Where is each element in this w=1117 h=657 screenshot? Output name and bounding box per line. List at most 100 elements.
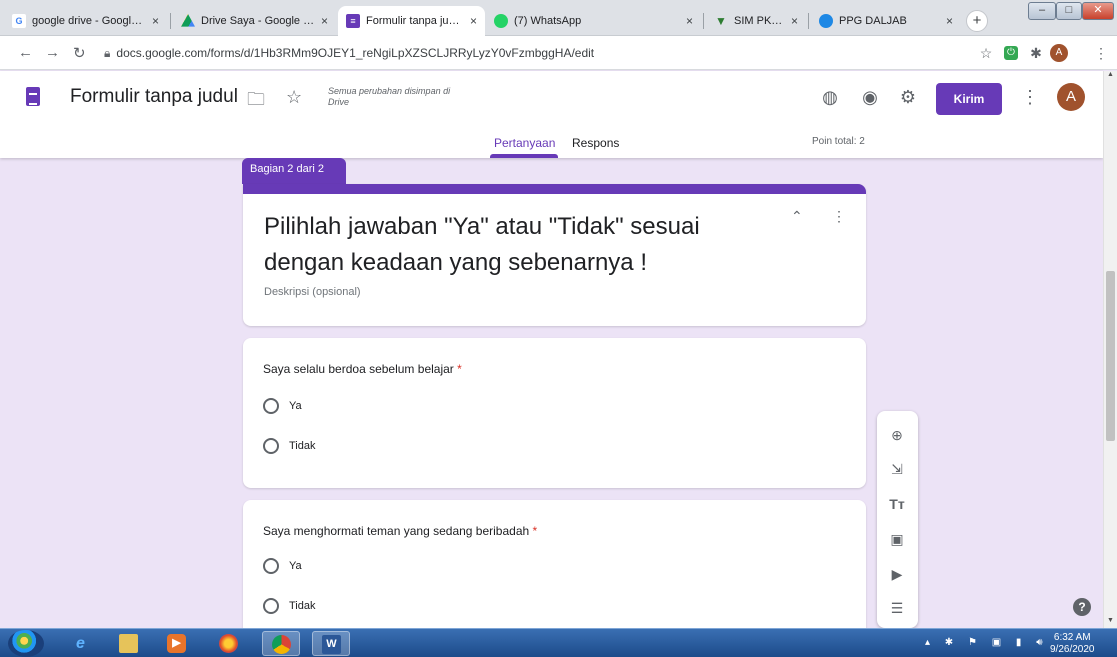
option-ya[interactable]: Ya <box>263 398 302 414</box>
scroll-thumb[interactable] <box>1106 271 1115 441</box>
option-tidak[interactable]: Tidak <box>263 598 316 614</box>
form-side-toolbar: ⊕ ⇲ Tт ▣ ▶ ☰ <box>877 411 918 628</box>
close-tab-icon[interactable]: × <box>946 14 953 28</box>
close-tab-icon[interactable]: × <box>791 14 798 28</box>
question-title[interactable]: Saya selalu berdoa sebelum belajar * <box>263 362 462 376</box>
add-section-icon[interactable]: ☰ <box>887 598 907 618</box>
tab-title: SIM PKB PPG Prajabatan <box>734 15 785 27</box>
browser-tab-drive[interactable]: Drive Saya - Google Driv × <box>173 6 336 36</box>
section-description[interactable]: Deskripsi (opsional) <box>264 286 361 298</box>
whatsapp-icon <box>494 14 508 28</box>
scroll-down-arrow-icon[interactable]: ▼ <box>1106 617 1115 624</box>
start-button[interactable] <box>8 630 44 657</box>
media-player-icon: ▶ <box>167 634 186 653</box>
browser-tab-ppg-daljab[interactable]: PPG DALJAB × <box>811 6 961 36</box>
address-bar: ← → ↻ 🔒︎ docs.google.com/forms/d/1Hb3RMm9… <box>0 36 1117 70</box>
back-arrow-icon[interactable]: ← <box>18 44 33 61</box>
question-card-1[interactable]: Saya selalu berdoa sebelum belajar * Ya … <box>243 338 866 488</box>
star-icon[interactable]: ☆ <box>286 87 302 108</box>
close-tab-icon[interactable]: × <box>152 14 159 28</box>
taskbar-media-player[interactable]: ▶ <box>158 631 196 656</box>
minimize-button[interactable]: – <box>1028 2 1056 20</box>
radio-button[interactable] <box>263 558 279 574</box>
form-title[interactable]: Formulir tanpa judul <box>70 86 238 108</box>
internet-explorer-icon: e <box>76 635 85 652</box>
new-tab-button[interactable]: + <box>966 10 988 32</box>
option-tidak[interactable]: Tidak <box>263 438 316 454</box>
forward-arrow-icon[interactable]: → <box>45 44 60 61</box>
section-title[interactable]: Pilihlah jawaban "Ya" atau "Tidak" sesua… <box>264 209 784 281</box>
tab-questions[interactable]: Pertanyaan <box>494 136 555 150</box>
avatar[interactable]: A <box>1057 83 1085 111</box>
reload-icon[interactable]: ↻ <box>73 44 86 62</box>
browser-tab-sim-pkb[interactable]: ▼ SIM PKB PPG Prajabatan × <box>706 6 806 36</box>
word-icon: W <box>322 635 341 654</box>
send-button[interactable]: Kirim <box>936 83 1002 115</box>
close-tab-icon[interactable]: × <box>470 14 477 28</box>
add-video-icon[interactable]: ▶ <box>887 564 907 584</box>
radio-button[interactable] <box>263 598 279 614</box>
radio-button[interactable] <box>263 398 279 414</box>
url-text: docs.google.com/forms/d/1Hb3RMm9OJEY1_re… <box>116 46 595 60</box>
browser-tab-strip: G google drive - Google S × Drive Saya -… <box>0 0 1117 36</box>
required-marker: * <box>532 524 538 538</box>
taskbar-firefox[interactable] <box>210 631 248 656</box>
scroll-up-arrow-icon[interactable]: ▲ <box>1106 71 1115 78</box>
browser-tab-whatsapp[interactable]: (7) WhatsApp × <box>486 6 701 36</box>
tab-title: (7) WhatsApp <box>514 15 582 27</box>
add-title-icon[interactable]: Tт <box>887 494 907 514</box>
browser-menu-icon[interactable]: ⋮ <box>1092 44 1110 62</box>
sim-pkb-icon: ▼ <box>715 14 727 28</box>
active-tab-indicator <box>490 154 558 158</box>
url-field[interactable]: 🔒︎ docs.google.com/forms/d/1Hb3RMm9OJEY1_… <box>104 46 594 61</box>
section-more-icon[interactable]: ⋮ <box>832 208 846 225</box>
profile-avatar-icon[interactable]: A <box>1050 44 1068 62</box>
maximize-button[interactable]: □ <box>1056 2 1082 20</box>
taskbar-chrome[interactable] <box>262 631 300 656</box>
page-scrollbar[interactable]: ▲ ▼ <box>1103 71 1117 628</box>
ppg-icon <box>819 14 833 28</box>
bookmark-star-icon[interactable]: ☆ <box>977 44 995 62</box>
add-image-icon[interactable]: ▣ <box>887 529 907 549</box>
preview-eye-icon[interactable]: ◉ <box>858 85 882 109</box>
tab-title: PPG DALJAB <box>839 15 907 27</box>
lock-icon: 🔒︎ <box>104 46 111 60</box>
folder-icon <box>119 634 138 653</box>
required-marker: * <box>457 362 462 376</box>
windows-taskbar: e ▶ W ▴ ✱ ⚑ ▣ ▮ 🔊︎ 6:32 AM 9/26/2020 <box>0 628 1117 657</box>
question-card-2[interactable]: Saya menghormati teman yang sedang berib… <box>243 500 866 640</box>
system-tray[interactable]: ▴ ✱ ⚑ ▣ ▮ 🔊︎ <box>925 637 1049 648</box>
settings-gear-icon[interactable]: ⚙ <box>896 85 920 109</box>
forms-header: Formulir tanpa judul 🗀︎ ☆ Semua perubaha… <box>0 71 1103 158</box>
folder-icon[interactable]: 🗀︎ <box>247 87 265 117</box>
puzzle-icon[interactable]: ✱ <box>1027 44 1045 62</box>
section-header-card[interactable]: Pilihlah jawaban "Ya" atau "Tidak" sesua… <box>243 184 866 326</box>
chrome-icon <box>272 635 291 654</box>
close-window-button[interactable]: ✕ <box>1082 2 1114 20</box>
taskbar-word[interactable]: W <box>312 631 350 656</box>
browser-tab-google-search[interactable]: G google drive - Google S × <box>4 6 167 36</box>
forms-logo-icon[interactable] <box>26 87 40 106</box>
taskbar-clock[interactable]: 6:32 AM 9/26/2020 <box>1050 632 1095 656</box>
section-tag: Bagian 2 dari 2 <box>242 158 346 184</box>
collapse-section-icon[interactable]: ⌃ <box>791 208 803 225</box>
forms-icon: ≡ <box>346 14 360 28</box>
palette-icon[interactable]: ◍ <box>818 85 842 109</box>
close-tab-icon[interactable]: × <box>686 14 693 28</box>
tab-responses[interactable]: Respons <box>572 136 619 150</box>
total-points: Poin total: 2 <box>812 136 865 147</box>
add-question-icon[interactable]: ⊕ <box>887 425 907 445</box>
option-ya[interactable]: Ya <box>263 558 302 574</box>
extension-icon[interactable]: ⏻ <box>1004 46 1018 60</box>
radio-button[interactable] <box>263 438 279 454</box>
import-questions-icon[interactable]: ⇲ <box>887 459 907 479</box>
help-icon[interactable]: ? <box>1073 598 1091 616</box>
question-title[interactable]: Saya menghormati teman yang sedang berib… <box>263 524 537 538</box>
browser-tab-forms[interactable]: ≡ Formulir tanpa judul - G × <box>338 6 485 36</box>
drive-icon <box>181 14 195 27</box>
taskbar-ie[interactable]: e <box>62 631 100 656</box>
more-options-icon[interactable]: ⋮ <box>1018 85 1042 109</box>
close-tab-icon[interactable]: × <box>321 14 328 28</box>
taskbar-explorer[interactable] <box>110 631 148 656</box>
save-status: Semua perubahan disimpan di Drive <box>328 86 451 107</box>
